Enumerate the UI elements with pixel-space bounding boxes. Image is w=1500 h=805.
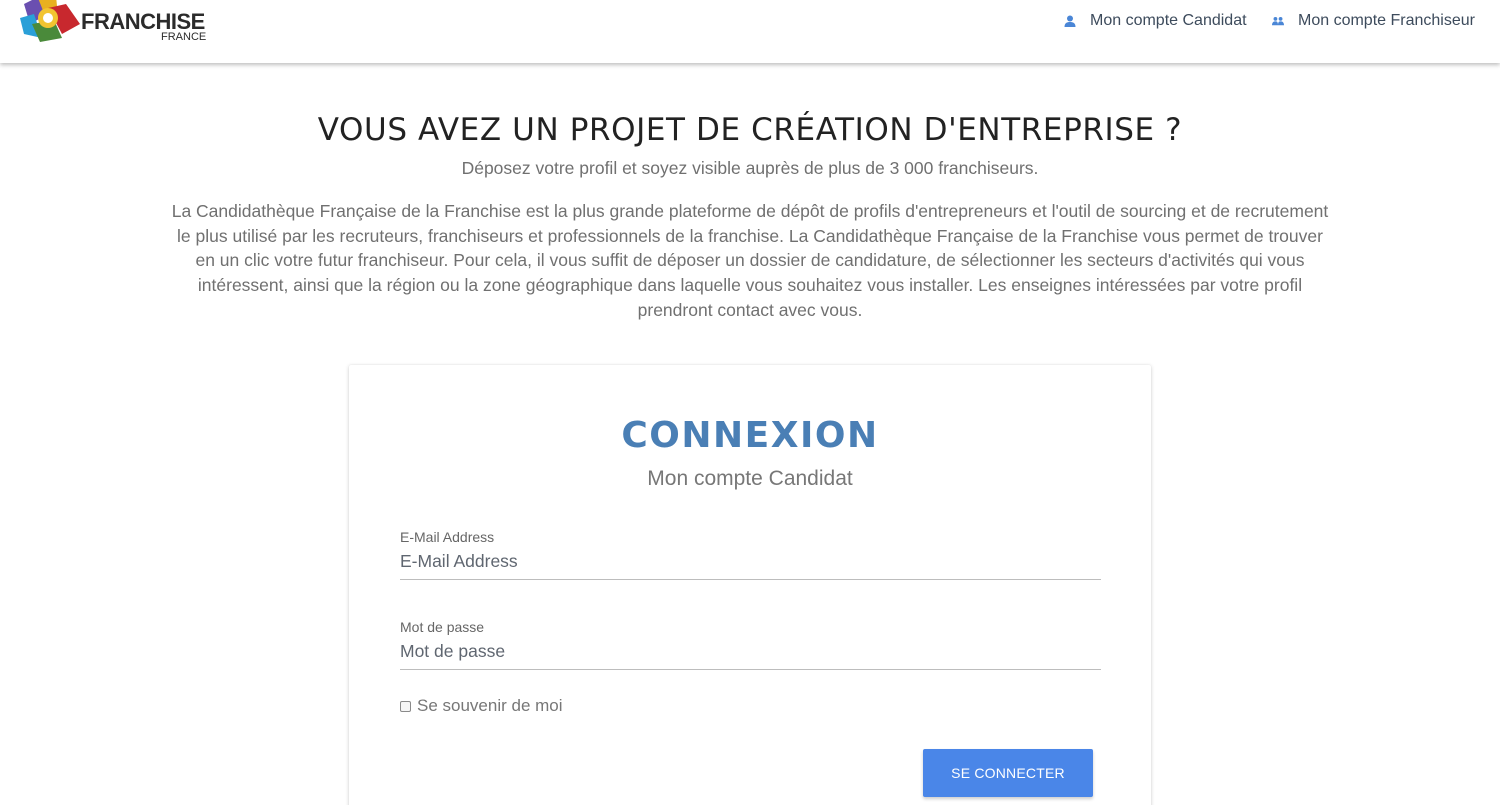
top-navbar: FRANCHISE FRANCE Mon compte Candidat Mon… bbox=[0, 0, 1500, 63]
password-input[interactable] bbox=[400, 640, 1101, 670]
password-label: Mot de passe bbox=[400, 619, 485, 635]
remember-me-row[interactable]: Se souvenir de moi bbox=[400, 696, 563, 716]
nav-franchisor-label: Mon compte Franchiseur bbox=[1298, 12, 1475, 29]
login-card: CONNEXION Mon compte Candidat E-Mail Add… bbox=[349, 365, 1151, 805]
logo-subtext: FRANCE bbox=[161, 31, 207, 43]
email-input[interactable] bbox=[400, 550, 1101, 580]
nav-candidate-label: Mon compte Candidat bbox=[1090, 12, 1247, 29]
nav-franchisor-account-link[interactable]: Mon compte Franchiseur bbox=[1272, 10, 1475, 32]
remember-me-checkbox[interactable] bbox=[400, 700, 411, 712]
page-title: VOUS AVEZ UN PROJET DE CRÉATION D'ENTREP… bbox=[317, 112, 1183, 148]
nav-candidate-account-link[interactable]: Mon compte Candidat bbox=[1064, 10, 1247, 32]
franchise-france-logo[interactable]: FRANCHISE FRANCE bbox=[18, 0, 218, 44]
logo-mark-icon bbox=[20, 0, 80, 42]
login-title: CONNEXION bbox=[621, 415, 879, 456]
login-subtitle: Mon compte Candidat bbox=[647, 467, 853, 490]
remember-me-label: Se souvenir de moi bbox=[417, 696, 563, 715]
page-description: La Candidathèque Française de la Franchi… bbox=[171, 201, 1329, 320]
person-icon bbox=[1064, 15, 1076, 27]
page-subtitle: Déposez votre profil et soyez visible au… bbox=[461, 158, 1039, 178]
email-label: E-Mail Address bbox=[400, 529, 495, 545]
login-button[interactable]: SE CONNECTER bbox=[923, 749, 1093, 797]
email-field-group: E-Mail Address bbox=[400, 529, 1101, 580]
password-field-group: Mot de passe bbox=[400, 619, 1101, 670]
people-icon bbox=[1272, 15, 1284, 27]
